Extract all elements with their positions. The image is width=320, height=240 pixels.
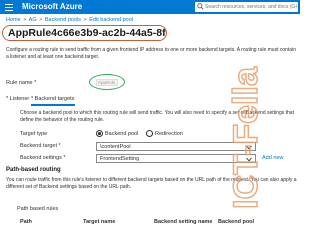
backend-settings-value: FrontendSetting [100,155,140,162]
breadcrumb-backend-pools[interactable]: Backend pools [45,17,81,23]
path-rules-label: Path based rules [17,206,59,212]
chevron-down-icon [246,145,252,149]
breadcrumb-separator: > [39,17,43,23]
hamburger-menu-icon[interactable] [3,2,15,12]
path-routing-description: You can route traffic from this rule's l… [6,177,297,190]
breadcrumb-separator: > [23,17,27,23]
breadcrumb: Home > AG > Backend pools > Edit backend… [6,17,133,24]
search-icon [197,3,204,10]
top-navigation-bar: Microsoft Azure [0,0,300,14]
title-highlight: AppRule4c66e3b9-ac2b-44a5-8f43-00bca [2,25,167,41]
backend-settings-label: Backend settings * [20,155,66,161]
rule-name-input[interactable] [96,79,118,86]
tab-listener[interactable]: * Listener [6,96,29,103]
backend-target-value: \contentPool [100,143,131,150]
rule-name-label: Rule name * [6,80,37,86]
column-header-backend-pool: Backend pool [218,219,255,225]
backend-target-label: Backend target * [20,143,61,149]
chevron-down-icon [246,157,252,161]
brand-title[interactable]: Microsoft Azure [22,2,82,12]
backend-targets-description: Choose a backend pool to which this rout… [20,110,294,123]
column-header-target-name: Target name [83,219,116,225]
breadcrumb-separator: > [83,17,87,23]
redirection-radio-label[interactable]: Redirection [155,131,183,138]
backend-settings-dropdown[interactable]: FrontendSetting [96,154,256,163]
breadcrumb-home[interactable]: Home [6,17,21,23]
backend-pool-radio[interactable] [96,130,103,137]
breadcrumb-ag[interactable]: AG [29,17,37,23]
watermark-logo: ICT-Fella [226,65,266,209]
column-header-backend-setting-name: Backend setting name [154,219,213,225]
column-header-path: Path [20,219,32,225]
page-title: AppRule4c66e3b9-ac2b-44a5-8f43-00bca [8,27,166,39]
add-new-backend-settings-link[interactable]: Add new [262,155,283,162]
active-tab-indicator [31,104,75,106]
path-routing-heading: Path-based routing [6,167,61,173]
backend-target-dropdown[interactable]: \contentPool [96,142,256,151]
breadcrumb-edit-backend-pool[interactable]: Edit backend pool [89,17,133,23]
redirection-radio[interactable] [146,130,153,137]
search-input[interactable] [205,2,297,12]
target-type-label: Target type [20,131,48,137]
backend-pool-radio-label[interactable]: Backend pool [105,131,138,138]
search-box[interactable] [195,2,298,12]
tab-backend-targets[interactable]: * Backend targets [31,96,74,103]
page-description: Configure a routing rule to send traffic… [6,47,296,60]
